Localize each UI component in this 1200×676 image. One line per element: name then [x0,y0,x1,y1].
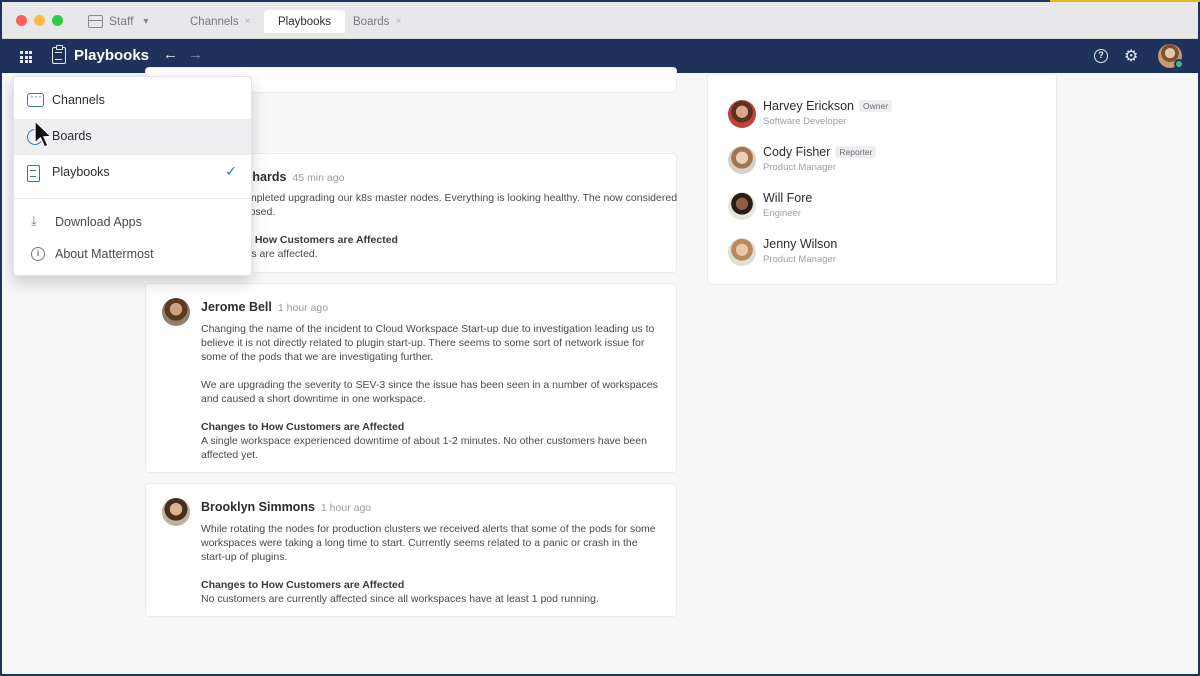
participants-card: Harvey Erickson Owner Software Developer … [707,73,1057,285]
checkmark-icon: ✓ [225,163,237,179]
workspace-name: Staff [109,14,134,28]
window-titlebar: Staff ▼ Channels × Playbooks Boards × [2,2,1198,39]
changes-heading: Changes to How Customers are Affected [201,579,405,591]
post-time: 1 hour ago [277,302,329,314]
post-text: We are upgrading the severity to SEV-3 s… [201,379,658,405]
menu-item-playbooks[interactable]: Playbooks ✓ [14,155,251,191]
post-author: Jerome Bell 1 hour ago [201,300,329,314]
help-icon[interactable]: ? [1094,49,1108,63]
participant-name: Cody Fisher Reporter [763,145,877,159]
menu-item-label: Playbooks [52,165,110,179]
app-window: Staff ▼ Channels × Playbooks Boards × Pl… [2,2,1198,674]
avatar[interactable] [162,298,190,326]
online-status-icon [1174,59,1184,69]
participant-item[interactable]: Harvey Erickson Owner Software Developer [728,96,1048,132]
participant-title: Product Manager [763,254,836,265]
participant-title: Product Manager [763,162,836,173]
tab-label: Playbooks [278,15,332,28]
workspace-switcher[interactable]: Staff ▼ [88,11,150,31]
post-body: Changing the name of the incident to Clo… [201,322,661,462]
changes-heading: Changes to How Customers are Affected [201,421,405,433]
participant-title: Software Developer [763,116,847,127]
timeline-post: Brooklyn Simmons 1 hour ago While rotatin… [145,483,677,617]
tab-playbooks[interactable]: Playbooks [264,10,346,33]
minimize-window-button[interactable] [34,15,45,26]
changes-text: No customers are currently affected sinc… [201,593,599,605]
product-menu-icon[interactable] [20,51,32,63]
close-window-button[interactable] [16,15,27,26]
window-edge-accent [1050,0,1200,2]
avatar[interactable] [162,498,190,526]
menu-item-about[interactable]: i About Mattermost [14,237,251,273]
post-body: While rotating the nodes for production … [201,522,661,606]
post-time: 1 hour ago [320,502,372,514]
post-text: Changing the name of the incident to Clo… [201,323,655,363]
post-text: ompleted upgrading our k8s master nodes.… [242,192,678,218]
gear-icon[interactable]: ⚙ [1124,46,1138,66]
forward-arrow-icon[interactable]: → [188,46,203,63]
server-icon [88,14,103,28]
tab-label: Boards [353,15,390,28]
tab-label: Channels [190,15,239,28]
participant-title: Engineer [763,208,802,219]
participant-item[interactable]: Cody Fisher Reporter Product Manager [728,142,1048,178]
post-time: 45 min ago [292,172,345,184]
post-author: Brooklyn Simmons 1 hour ago [201,500,372,514]
avatar [728,192,756,220]
post-author: ichards 45 min ago [242,170,345,184]
menu-item-label: Download Apps [55,215,142,229]
app-title[interactable]: Playbooks [74,47,149,64]
download-icon: ⤓ [31,213,37,228]
back-arrow-icon[interactable]: ← [163,46,178,63]
post-body: ompleted upgrading our k8s master nodes.… [242,191,702,261]
menu-item-channels[interactable]: Channels [14,83,251,119]
changes-text: ers are affected. [242,248,318,260]
post-text: While rotating the nodes for production … [201,523,656,563]
menu-item-label: Boards [52,129,92,143]
changes-heading: to How Customers are Affected [242,234,398,246]
participant-name: Jenny Wilson [763,237,838,251]
participant-name: Will Fore [763,191,813,205]
avatar [728,100,756,128]
menu-item-download-apps[interactable]: ⤓ Download Apps [14,205,251,241]
close-tab-icon[interactable]: × [245,16,251,27]
participant-item[interactable]: Jenny Wilson Product Manager [728,234,1048,270]
playbooks-icon [52,45,66,64]
role-badge: Owner [859,100,893,112]
participant-name: Harvey Erickson Owner [763,99,893,113]
tab-channels[interactable]: Channels × [176,10,264,33]
tab-boards[interactable]: Boards × [339,10,415,33]
zoom-window-button[interactable] [52,15,63,26]
participant-item[interactable]: Will Fore Engineer [728,188,1048,224]
menu-divider [14,198,251,199]
info-icon: i [31,247,45,261]
menu-item-label: Channels [52,93,105,107]
playbooks-icon [27,165,40,182]
role-badge: Reporter [835,146,877,158]
close-tab-icon[interactable]: × [395,16,401,27]
timeline-post: Jerome Bell 1 hour ago Changing the name … [145,283,677,473]
avatar [728,238,756,266]
channels-icon [27,89,44,107]
product-switcher-menu: Channels Boards Playbooks ✓ ⤓ Download A… [13,76,252,276]
menu-item-label: About Mattermost [55,247,154,261]
changes-text: A single workspace experienced downtime … [201,435,647,461]
chevron-down-icon: ▼ [141,16,151,26]
avatar [728,146,756,174]
